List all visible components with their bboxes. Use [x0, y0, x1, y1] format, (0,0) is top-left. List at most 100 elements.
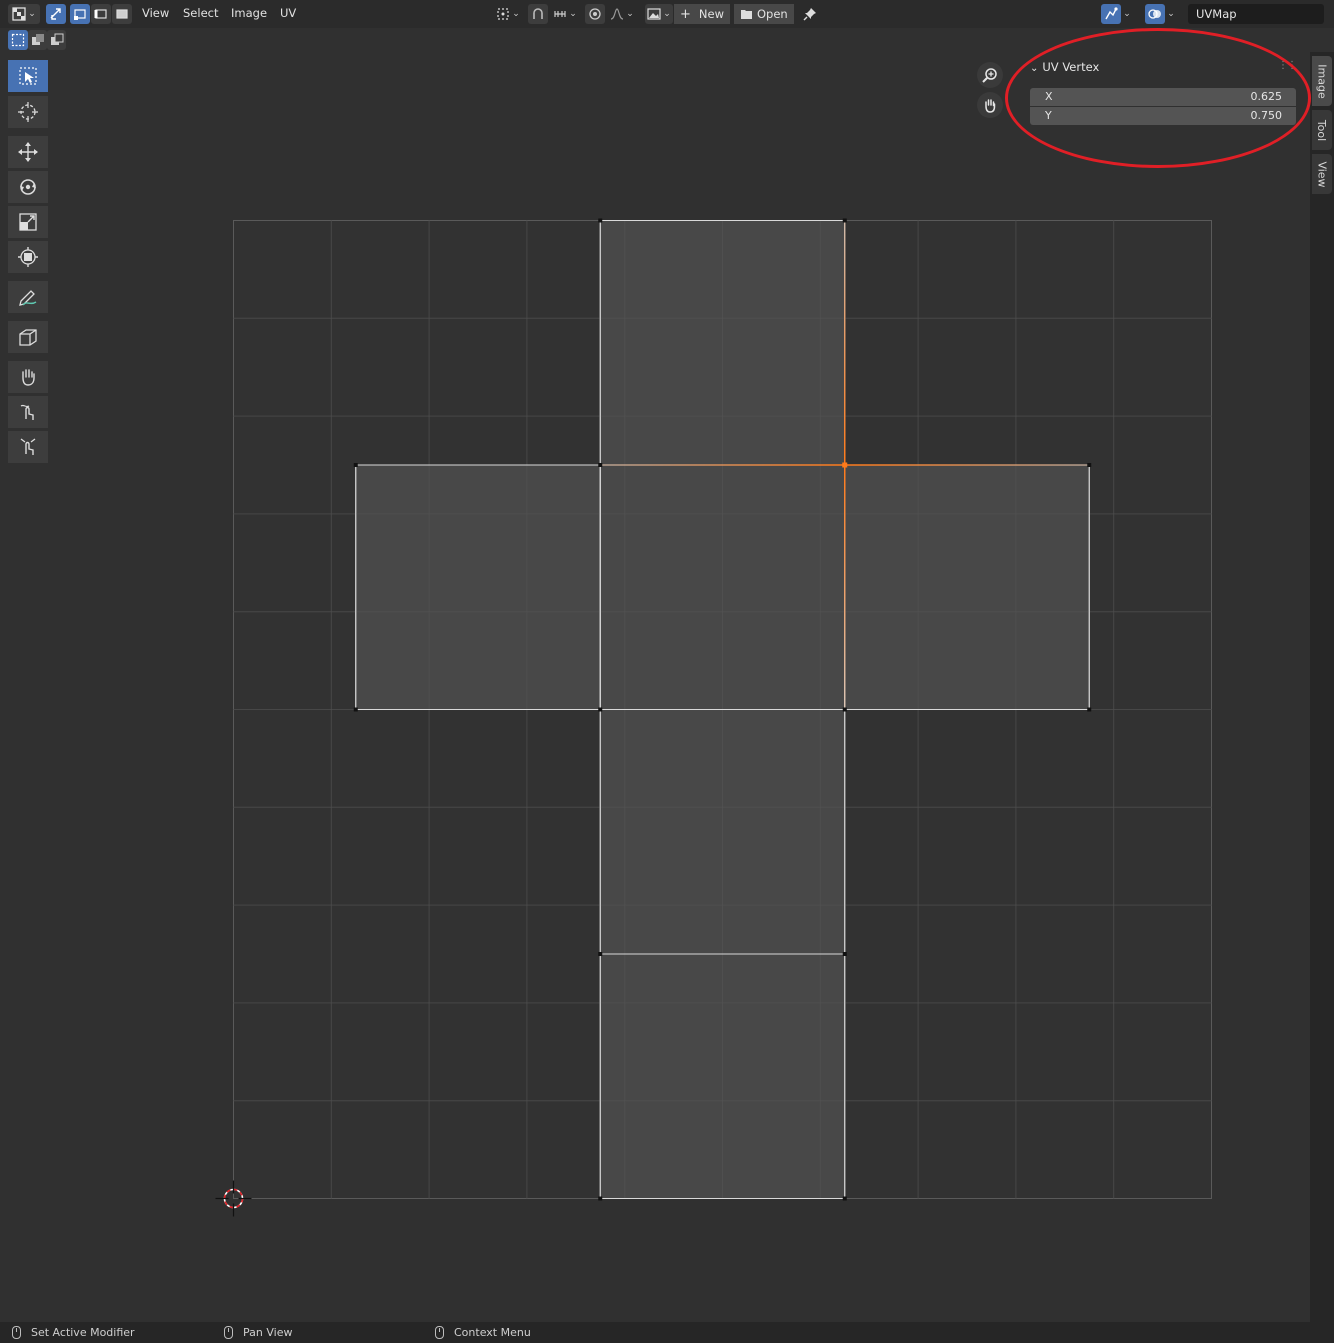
status-bar: Set Active Modifier Pan View Context Men… [0, 1322, 1334, 1343]
chevron-down-icon: ⌄ [1167, 9, 1175, 19]
status-left-click: Set Active Modifier [12, 1326, 135, 1339]
overlay-icon [1148, 9, 1162, 19]
relax-tool[interactable] [8, 396, 48, 428]
uv-vertex[interactable] [353, 707, 358, 712]
status-middle-label: Pan View [243, 1326, 293, 1339]
falloff-icon [611, 8, 624, 20]
sidebar-tabs: Image Tool View [1310, 52, 1334, 1322]
uv-vertex[interactable] [598, 952, 603, 956]
uv-vertex[interactable] [1087, 463, 1092, 467]
mouse-middle-icon [224, 1326, 233, 1339]
uv-vertex[interactable] [353, 463, 358, 467]
rotate-tool[interactable] [8, 171, 48, 203]
relax-tool-icon [20, 404, 34, 420]
rip-region-tool-icon [19, 329, 37, 346]
select-mode-subtract-button[interactable] [47, 30, 66, 50]
face-select-icon [116, 9, 128, 19]
uv-vertex[interactable] [842, 707, 847, 712]
tab-image[interactable]: Image [1312, 56, 1332, 106]
tab-view[interactable]: View [1312, 154, 1332, 194]
face-select-mode-button[interactable] [112, 4, 132, 24]
uvmap-field[interactable]: UVMap [1188, 4, 1324, 24]
select-extend-icon [31, 34, 44, 45]
uv-vertex[interactable] [1087, 707, 1092, 712]
drag-grip-icon[interactable]: ⋮⋮ [1278, 60, 1297, 71]
pinch-tool[interactable] [8, 431, 48, 463]
uv-vertex[interactable] [842, 218, 847, 223]
snap-toggle[interactable] [528, 4, 548, 24]
editor-type-button[interactable]: ⌄ [8, 4, 40, 24]
cursor-tool[interactable] [8, 96, 48, 128]
falloff-dropdown[interactable]: ⌄ [607, 4, 637, 24]
zoom-button[interactable] [977, 62, 1003, 88]
grab-tool-icon [22, 369, 35, 386]
open-image-button[interactable]: Open [734, 4, 794, 24]
uv-grid[interactable] [52, 52, 1310, 1322]
uv-vertex[interactable] [842, 1196, 847, 1201]
chevron-down-icon: ⌄ [512, 9, 520, 19]
vertex-select-mode-button[interactable] [70, 4, 90, 24]
folder-icon [741, 10, 752, 19]
gizmo-toggle[interactable]: ⌄ [1098, 4, 1134, 24]
cursor-tool-icon [18, 102, 38, 122]
sync-selection-icon [50, 8, 61, 20]
edge-select-mode-button[interactable] [91, 4, 111, 24]
menu-image[interactable]: Image [231, 6, 267, 20]
uv-vertex[interactable] [598, 463, 603, 467]
chevron-down-icon: ⌄ [569, 9, 577, 19]
edge-select-icon [94, 9, 107, 19]
uv-vertex-y-field[interactable]: Y 0.750 [1030, 107, 1296, 125]
grab-tool[interactable] [8, 361, 48, 393]
select-mode-new-button[interactable] [8, 30, 28, 50]
move-tool[interactable] [8, 136, 48, 168]
proportional-editing-toggle[interactable] [585, 4, 605, 24]
transform-tool[interactable] [8, 241, 48, 273]
uv-vertex[interactable] [598, 707, 603, 712]
uv-vertex-panel: ⌄ UV Vertex ⋮⋮ X 0.625 Y 0.750 [1022, 54, 1304, 134]
uv-vertex[interactable] [598, 1196, 603, 1201]
editor-type-icon [12, 7, 26, 21]
pan-button[interactable] [977, 92, 1003, 118]
uv-face[interactable] [844, 464, 1090, 710]
select-box-mode-icon [11, 33, 25, 47]
new-image-button[interactable]: + New [674, 4, 730, 24]
panel-header[interactable]: ⌄ UV Vertex [1030, 60, 1099, 74]
select-box-tool[interactable] [8, 60, 48, 92]
menu-uv[interactable]: UV [280, 6, 296, 20]
sync-selection-button[interactable] [46, 4, 66, 24]
snap-target-dropdown[interactable]: ⌄ [550, 4, 580, 24]
y-label: Y [1045, 109, 1052, 122]
proportional-editing-icon [589, 8, 601, 20]
gizmo-icon [1105, 7, 1118, 20]
menu-select[interactable]: Select [183, 6, 218, 20]
new-image-label: New [698, 7, 724, 21]
rotate-tool-icon [20, 179, 36, 195]
tab-tool[interactable]: Tool [1312, 110, 1332, 150]
transform-tool-icon [18, 247, 38, 267]
annotate-tool[interactable] [8, 281, 48, 313]
uv-vertex[interactable] [598, 218, 603, 223]
editor-header: ⌄ View Select Image UV ⌄ ⌄ ⌄ ⌄ + New Ope… [0, 0, 1334, 28]
overlay-toggle[interactable]: ⌄ [1142, 4, 1178, 24]
selected-uv-vertex[interactable] [842, 462, 848, 468]
zoom-icon [982, 68, 997, 83]
menu-view[interactable]: View [142, 6, 169, 20]
x-value: 0.625 [1250, 90, 1283, 103]
uv-editor-viewport[interactable] [52, 52, 1310, 1322]
tab-tool-label: Tool [1315, 119, 1329, 141]
uv-face[interactable] [355, 464, 601, 710]
scale-tool[interactable] [8, 206, 48, 238]
uv-vertex[interactable] [842, 952, 847, 956]
panel-title: UV Vertex [1042, 60, 1100, 74]
snap-target-icon [554, 11, 566, 17]
pivot-point-dropdown[interactable]: ⌄ [494, 4, 522, 24]
rip-region-tool[interactable] [8, 321, 48, 353]
pin-icon [803, 8, 816, 21]
pin-image-button[interactable] [800, 4, 820, 24]
select-mode-extend-button[interactable] [28, 30, 47, 50]
tab-image-label: Image [1315, 63, 1329, 99]
uv-vertex-x-field[interactable]: X 0.625 [1030, 88, 1296, 106]
pivot-icon [497, 8, 509, 20]
image-browse-dropdown[interactable]: ⌄ [645, 4, 673, 24]
vertex-select-icon [74, 9, 86, 20]
